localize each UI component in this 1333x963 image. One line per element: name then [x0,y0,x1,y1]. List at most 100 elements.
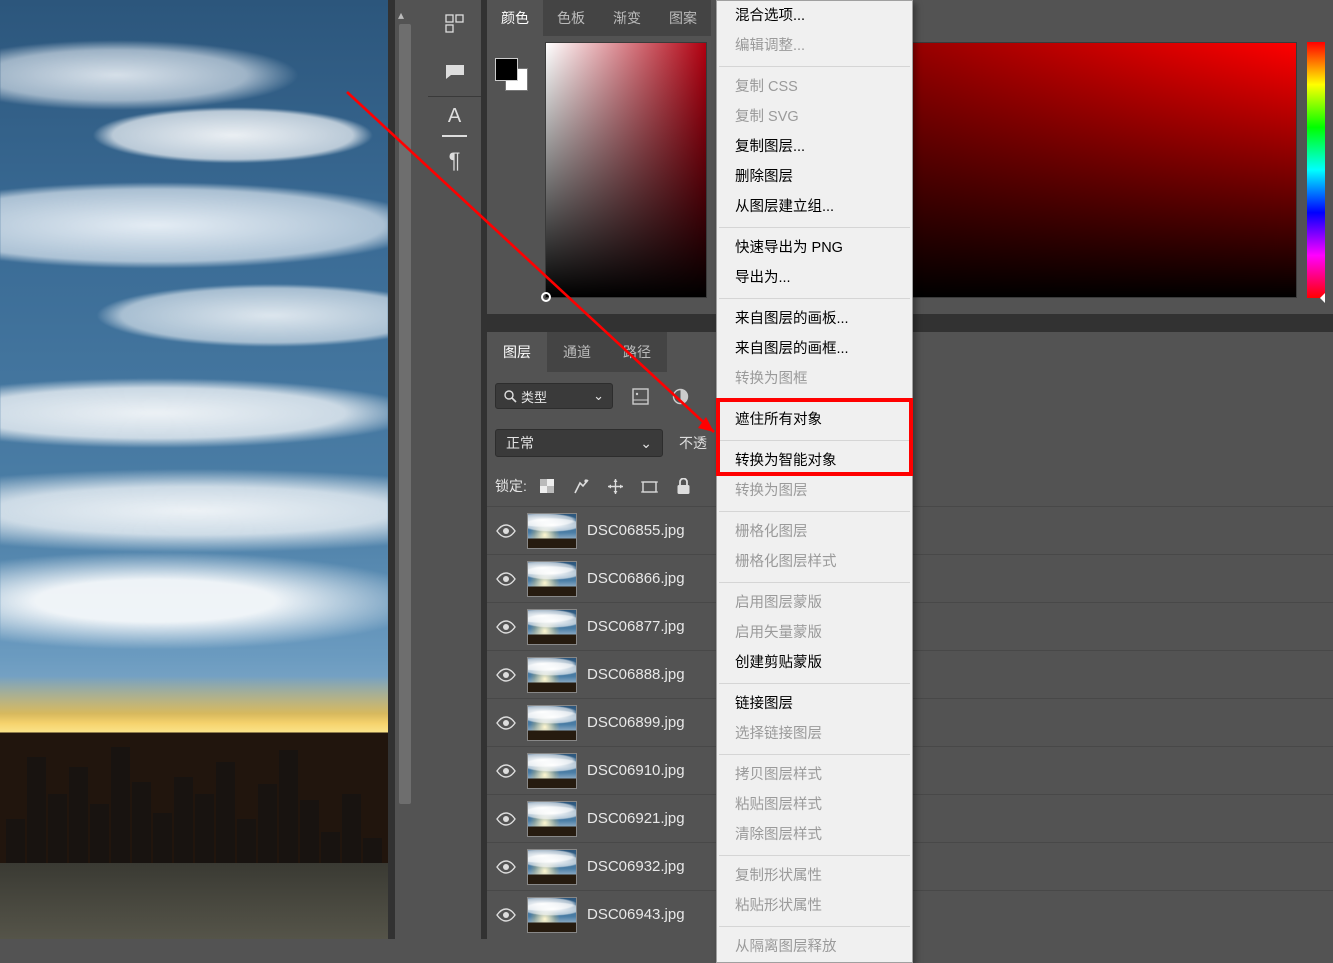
layer-thumbnail[interactable] [527,897,577,933]
color-field-small[interactable] [545,42,707,298]
canvas-border [388,0,395,939]
layer-context-menu: 混合选项...编辑调整...复制 CSS复制 SVG复制图层...删除图层从图层… [716,0,913,963]
hue-marker [1315,293,1325,303]
color-field-marker [541,292,551,302]
menu-item[interactable]: 链接图层 [717,689,912,719]
layer-name[interactable]: DSC06910.jpg [587,762,685,779]
layer-thumbnail[interactable] [527,753,577,789]
filter-pixel-icon[interactable] [627,383,653,409]
layer-name[interactable]: DSC06899.jpg [587,714,685,731]
tab-color[interactable]: 颜色 [487,0,543,36]
menu-separator [719,440,910,441]
menu-item: 粘贴形状属性 [717,891,912,921]
layer-visibility-toggle[interactable] [495,520,517,542]
lock-label: 锁定: [495,476,527,496]
menu-item[interactable]: 混合选项... [717,1,912,31]
tab-pattern[interactable]: 图案 [655,0,711,36]
hue-slider[interactable] [1307,42,1325,298]
opacity-label: 不透 [679,433,707,453]
layer-visibility-toggle[interactable] [495,616,517,638]
canvas-clouds [0,0,388,751]
layer-kind-dropdown[interactable]: 类型 ⌄ [495,383,613,409]
canvas-scroll-up-icon[interactable]: ▴ [398,8,410,22]
menu-item: 转换为图层 [717,476,912,506]
menu-separator [719,66,910,67]
menu-item[interactable]: 来自图层的画板... [717,304,912,334]
menu-item: 编辑调整... [717,31,912,61]
layer-thumbnail[interactable] [527,657,577,693]
menu-item: 启用矢量蒙版 [717,618,912,648]
layer-name[interactable]: DSC06866.jpg [587,570,685,587]
layer-visibility-toggle[interactable] [495,568,517,590]
lock-transparent-icon[interactable] [535,473,561,499]
lock-pixels-icon[interactable] [569,473,595,499]
menu-item[interactable]: 导出为... [717,263,912,293]
fg-bg-swatch[interactable] [495,58,528,91]
menu-item[interactable]: 转换为智能对象 [717,446,912,476]
layer-thumbnail[interactable] [527,513,577,549]
tab-channels[interactable]: 通道 [547,332,607,372]
layer-visibility-toggle[interactable] [495,904,517,926]
menu-separator [719,855,910,856]
paragraph-panel-icon[interactable]: ¶ [428,137,481,185]
layer-thumbnail[interactable] [527,561,577,597]
canvas-skyline [0,744,388,869]
layer-visibility-toggle[interactable] [495,856,517,878]
menu-separator [719,582,910,583]
lock-artboard-icon[interactable] [637,473,663,499]
lock-position-icon[interactable] [603,473,629,499]
menu-item: 启用图层蒙版 [717,588,912,618]
menu-item[interactable]: 快速导出为 PNG [717,233,912,263]
character-panel-icon[interactable]: A [442,97,467,137]
menu-item: 复制 CSS [717,72,912,102]
canvas-water [0,863,388,939]
layer-kind-label: 类型 [521,387,547,406]
layer-name[interactable]: DSC06943.jpg [587,906,685,923]
menu-item[interactable]: 复制图层... [717,132,912,162]
tab-paths[interactable]: 路径 [607,332,667,372]
layer-visibility-toggle[interactable] [495,664,517,686]
canvas-image[interactable] [0,0,388,939]
ruler-icon[interactable] [428,0,481,48]
menu-item[interactable]: 来自图层的画框... [717,334,912,364]
chevron-down-icon: ⌄ [593,388,604,404]
menu-item: 清除图层样式 [717,820,912,850]
collapsed-panel-strip: A ¶ [428,0,481,939]
layer-thumbnail[interactable] [527,705,577,741]
canvas-scrollbar[interactable] [399,24,411,804]
menu-separator [719,399,910,400]
layer-visibility-toggle[interactable] [495,760,517,782]
layer-thumbnail[interactable] [527,849,577,885]
menu-separator [719,926,910,927]
menu-item: 粘贴图层样式 [717,790,912,820]
foreground-swatch[interactable] [495,58,518,81]
menu-item: 从隔离图层释放 [717,932,912,962]
layer-name[interactable]: DSC06888.jpg [587,666,685,683]
layer-name[interactable]: DSC06877.jpg [587,618,685,635]
tab-layers[interactable]: 图层 [487,332,547,372]
menu-item[interactable]: 遮住所有对象 [717,405,912,435]
layer-name[interactable]: DSC06921.jpg [587,810,685,827]
menu-separator [719,227,910,228]
menu-item[interactable]: 删除图层 [717,162,912,192]
menu-item: 选择链接图层 [717,719,912,749]
filter-adjust-icon[interactable] [667,383,693,409]
menu-separator [719,511,910,512]
blend-mode-dropdown[interactable]: 正常 ⌄ [495,429,663,457]
search-icon [504,390,517,403]
layer-thumbnail[interactable] [527,609,577,645]
menu-item[interactable]: 创建剪贴蒙版 [717,648,912,678]
layer-name[interactable]: DSC06932.jpg [587,858,685,875]
layer-visibility-toggle[interactable] [495,712,517,734]
layer-name[interactable]: DSC06855.jpg [587,522,685,539]
layer-thumbnail[interactable] [527,801,577,837]
blend-mode-value: 正常 [506,433,534,453]
chevron-down-icon: ⌄ [640,435,652,452]
menu-item[interactable]: 从图层建立组... [717,192,912,222]
tab-gradient[interactable]: 渐变 [599,0,655,36]
note-icon[interactable] [428,48,481,96]
layer-visibility-toggle[interactable] [495,808,517,830]
lock-all-icon[interactable] [671,473,697,499]
tab-swatches[interactable]: 色板 [543,0,599,36]
menu-item: 拷贝图层样式 [717,760,912,790]
